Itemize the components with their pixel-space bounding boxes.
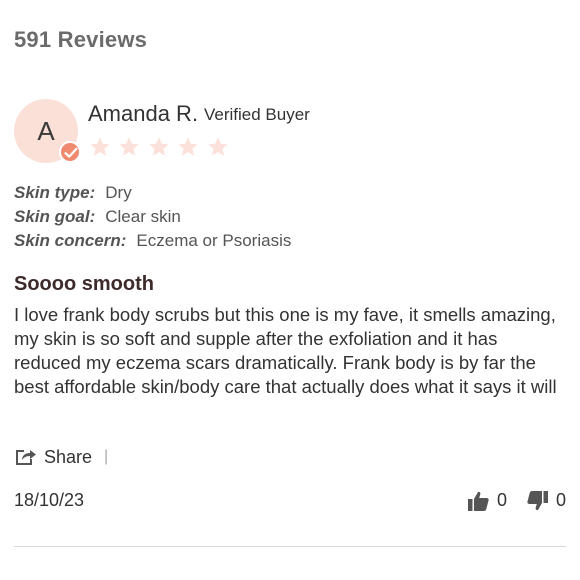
reviewer-name: Amanda R. [88, 101, 199, 126]
star-icon [90, 137, 110, 156]
star-rating [89, 135, 232, 161]
attribute-label: Skin type: [14, 183, 96, 202]
review-attributes: Skin type: Dry Skin goal: Clear skin Skin … [14, 183, 291, 255]
attribute-skin-concern: Skin concern: Eczema or Psoriasis [14, 231, 291, 255]
helpful-no-count: 0 [556, 490, 567, 510]
review-divider [14, 546, 566, 547]
helpful-yes-count: 0 [497, 490, 508, 510]
attribute-label: Skin concern: [14, 231, 127, 250]
share-label: Share [44, 446, 93, 467]
review-title: Soooo smooth [14, 273, 154, 295]
helpful-yes-button[interactable]: 0 [468, 490, 507, 511]
share-button[interactable]: Share | [15, 444, 108, 470]
verified-buyer-label: Verified Buyer [204, 105, 310, 124]
share-separator: | [104, 448, 109, 465]
reviews-count: 591 Reviews [14, 27, 148, 52]
attribute-value: Eczema or Psoriasis [136, 231, 292, 250]
thumbs-down-icon [527, 490, 548, 510]
attribute-value: Dry [105, 183, 132, 202]
star-icon [149, 137, 169, 156]
helpful-no-button[interactable]: 0 [527, 490, 566, 511]
star-icon [208, 137, 228, 156]
review-date: 18/10/23 [14, 490, 85, 510]
star-icon [178, 137, 198, 156]
thumbs-up-icon [468, 491, 489, 511]
star-icon [119, 137, 140, 156]
review-body: I love frank body scrubs but this one is… [14, 304, 557, 397]
verified-check-icon [59, 141, 81, 163]
attribute-value: Clear skin [105, 207, 181, 226]
attribute-label: Skin goal: [14, 207, 96, 226]
attribute-skin-goal: Skin goal: Clear skin [14, 207, 291, 231]
attribute-skin-type: Skin type: Dry [14, 183, 291, 207]
share-icon [16, 450, 36, 465]
